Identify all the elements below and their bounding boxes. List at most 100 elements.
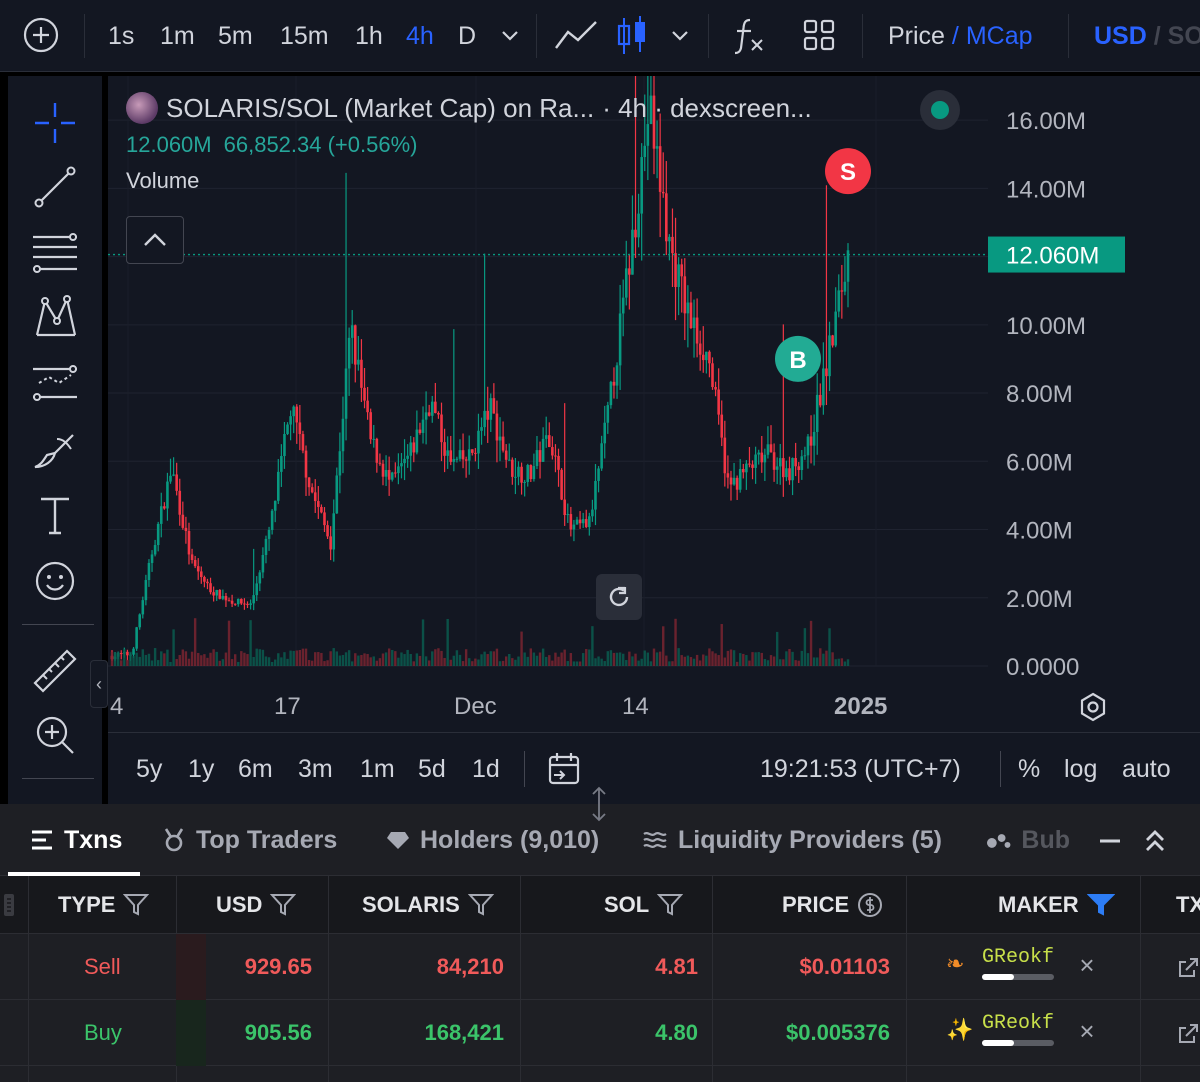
maker-address[interactable]: GReokf <box>982 946 1054 969</box>
range-1y[interactable]: 1y <box>188 751 214 787</box>
clear-maker-filter-button[interactable]: × <box>1074 952 1100 978</box>
tab-holders[interactable]: Holders (9,010) <box>386 822 599 858</box>
candle-body <box>295 406 299 423</box>
candle-body <box>711 363 714 387</box>
range-5y[interactable]: 5y <box>136 751 162 787</box>
chart-clock[interactable]: 19:21:53 (UTC+7) <box>760 751 961 787</box>
text-tool[interactable] <box>30 490 80 540</box>
interval-1s[interactable]: 1s <box>108 16 134 56</box>
line-chart-icon <box>555 21 597 49</box>
price-chart[interactable]: 16.00M14.00M12.00M10.00M8.00M6.00M4.00M2… <box>108 76 1200 804</box>
percent-scale-toggle[interactable]: % <box>1018 751 1040 787</box>
header-price[interactable]: PRICE <box>782 876 883 934</box>
projection-tool[interactable] <box>30 358 80 408</box>
add-symbol-button[interactable] <box>22 16 60 56</box>
volume-bar <box>637 660 640 666</box>
header-solaris[interactable]: SOLARIS <box>362 876 494 934</box>
filter-icon[interactable] <box>123 893 150 917</box>
go-to-date-button[interactable] <box>546 751 582 787</box>
header-label: TYPE <box>58 892 116 917</box>
range-1m[interactable]: 1m <box>360 751 395 787</box>
interval-4h[interactable]: 4h <box>406 16 434 56</box>
tab-txns[interactable]: Txns <box>30 822 122 858</box>
open-tx-button[interactable] <box>1176 956 1200 980</box>
brush-tool[interactable] <box>30 426 80 476</box>
header-type[interactable]: TYPE <box>58 876 150 934</box>
candle-body <box>390 472 394 480</box>
volume-bar <box>785 651 788 666</box>
table-row[interactable]: Buy 905.56 168,421 4.80 $0.005376 ✨ GReo… <box>0 1000 1200 1066</box>
price-mcap-toggle[interactable]: Price / MCap <box>888 16 1033 56</box>
interval-1h[interactable]: 1h <box>355 16 383 56</box>
open-tx-button[interactable] <box>1176 1022 1200 1046</box>
candles-button[interactable] <box>616 14 648 54</box>
auto-scale-toggle[interactable]: auto <box>1122 751 1171 787</box>
reset-chart-button[interactable] <box>596 574 642 620</box>
interval-15m[interactable]: 15m <box>280 16 329 56</box>
interval-d[interactable]: D <box>458 16 476 56</box>
mcap-option[interactable]: MCap <box>966 22 1033 50</box>
filter-active-icon[interactable] <box>1086 893 1115 917</box>
candle-body <box>738 469 742 490</box>
minimize-panel-button[interactable] <box>1098 822 1122 858</box>
maker-address[interactable]: GReokf <box>982 1012 1054 1035</box>
currency-toggle-icon[interactable] <box>857 892 883 918</box>
volume-bar <box>360 655 363 666</box>
candle-body <box>825 368 828 377</box>
maker-cell[interactable]: ❧ GReokf <box>946 946 1066 988</box>
tab-top-traders[interactable]: Top Traders <box>162 822 337 858</box>
cell-sol: 4.80 <box>655 1020 698 1045</box>
crosshair-tool[interactable] <box>30 98 80 148</box>
clear-maker-filter-button[interactable]: × <box>1074 1018 1100 1044</box>
pattern-tool[interactable] <box>30 292 80 342</box>
sol-option[interactable]: SOL <box>1168 22 1200 50</box>
interval-1m[interactable]: 1m <box>160 16 195 56</box>
header-sol[interactable]: SOL <box>604 876 684 934</box>
column-drag-handle[interactable] <box>4 876 14 934</box>
range-5d[interactable]: 5d <box>418 751 446 787</box>
chart-type-dropdown[interactable] <box>670 22 690 62</box>
line-chart-button[interactable] <box>554 18 598 58</box>
table-row[interactable]: Sell 929.65 84,210 4.81 $0.01103 ❧ GReok… <box>0 934 1200 1000</box>
tab-liquidity-providers[interactable]: Liquidity Providers (5) <box>642 822 942 858</box>
interval-dropdown[interactable] <box>500 22 520 62</box>
sparkle-icon: ✨ <box>946 1017 974 1042</box>
filter-icon[interactable] <box>467 893 494 917</box>
emoji-tool[interactable] <box>30 556 80 606</box>
range-6m[interactable]: 6m <box>238 751 273 787</box>
y-tick-label: 10.00M <box>1006 313 1086 340</box>
symbol-title[interactable]: SOLARIS/SOL (Market Cap) on Ra... <box>166 93 594 124</box>
live-status-indicator[interactable] <box>920 90 960 130</box>
expand-panel-button[interactable] <box>1140 822 1170 858</box>
tab-bubblemaps[interactable]: Bub <box>986 822 1070 858</box>
maker-cell[interactable]: ✨ GReokf <box>946 1012 1066 1054</box>
candle-body <box>418 429 422 433</box>
header-maker[interactable]: MAKER <box>998 876 1115 934</box>
interval-5m[interactable]: 5m <box>218 16 253 56</box>
trend-line-tool[interactable] <box>30 162 80 212</box>
indicators-button[interactable] <box>732 16 766 56</box>
header-usd[interactable]: USD <box>216 876 297 934</box>
candle-body <box>394 472 397 474</box>
volume-bar <box>628 651 631 666</box>
price-option[interactable]: Price <box>888 22 945 50</box>
fib-tool[interactable] <box>30 228 80 278</box>
measure-tool[interactable] <box>30 646 80 696</box>
volume-bar <box>508 653 511 666</box>
usd-option[interactable]: USD <box>1094 22 1147 50</box>
panel-resize-handle[interactable] <box>588 784 610 824</box>
collapse-toolbar-button[interactable]: ‹ <box>90 660 108 708</box>
log-scale-toggle[interactable]: log <box>1064 751 1097 787</box>
layout-button[interactable] <box>802 18 836 58</box>
range-3m[interactable]: 3m <box>298 751 333 787</box>
chart-settings-button[interactable] <box>1074 688 1112 726</box>
filter-icon[interactable] <box>657 893 684 917</box>
range-1d[interactable]: 1d <box>472 751 500 787</box>
cell-usd: 905.56 <box>244 1020 312 1045</box>
zoom-tool[interactable] <box>30 710 80 760</box>
collapse-legend-button[interactable] <box>126 216 184 264</box>
currency-toggle[interactable]: USD / SOL <box>1094 16 1200 56</box>
header-tx[interactable]: TX <box>1176 876 1200 934</box>
volume-bar <box>304 648 308 666</box>
filter-icon[interactable] <box>270 893 297 917</box>
